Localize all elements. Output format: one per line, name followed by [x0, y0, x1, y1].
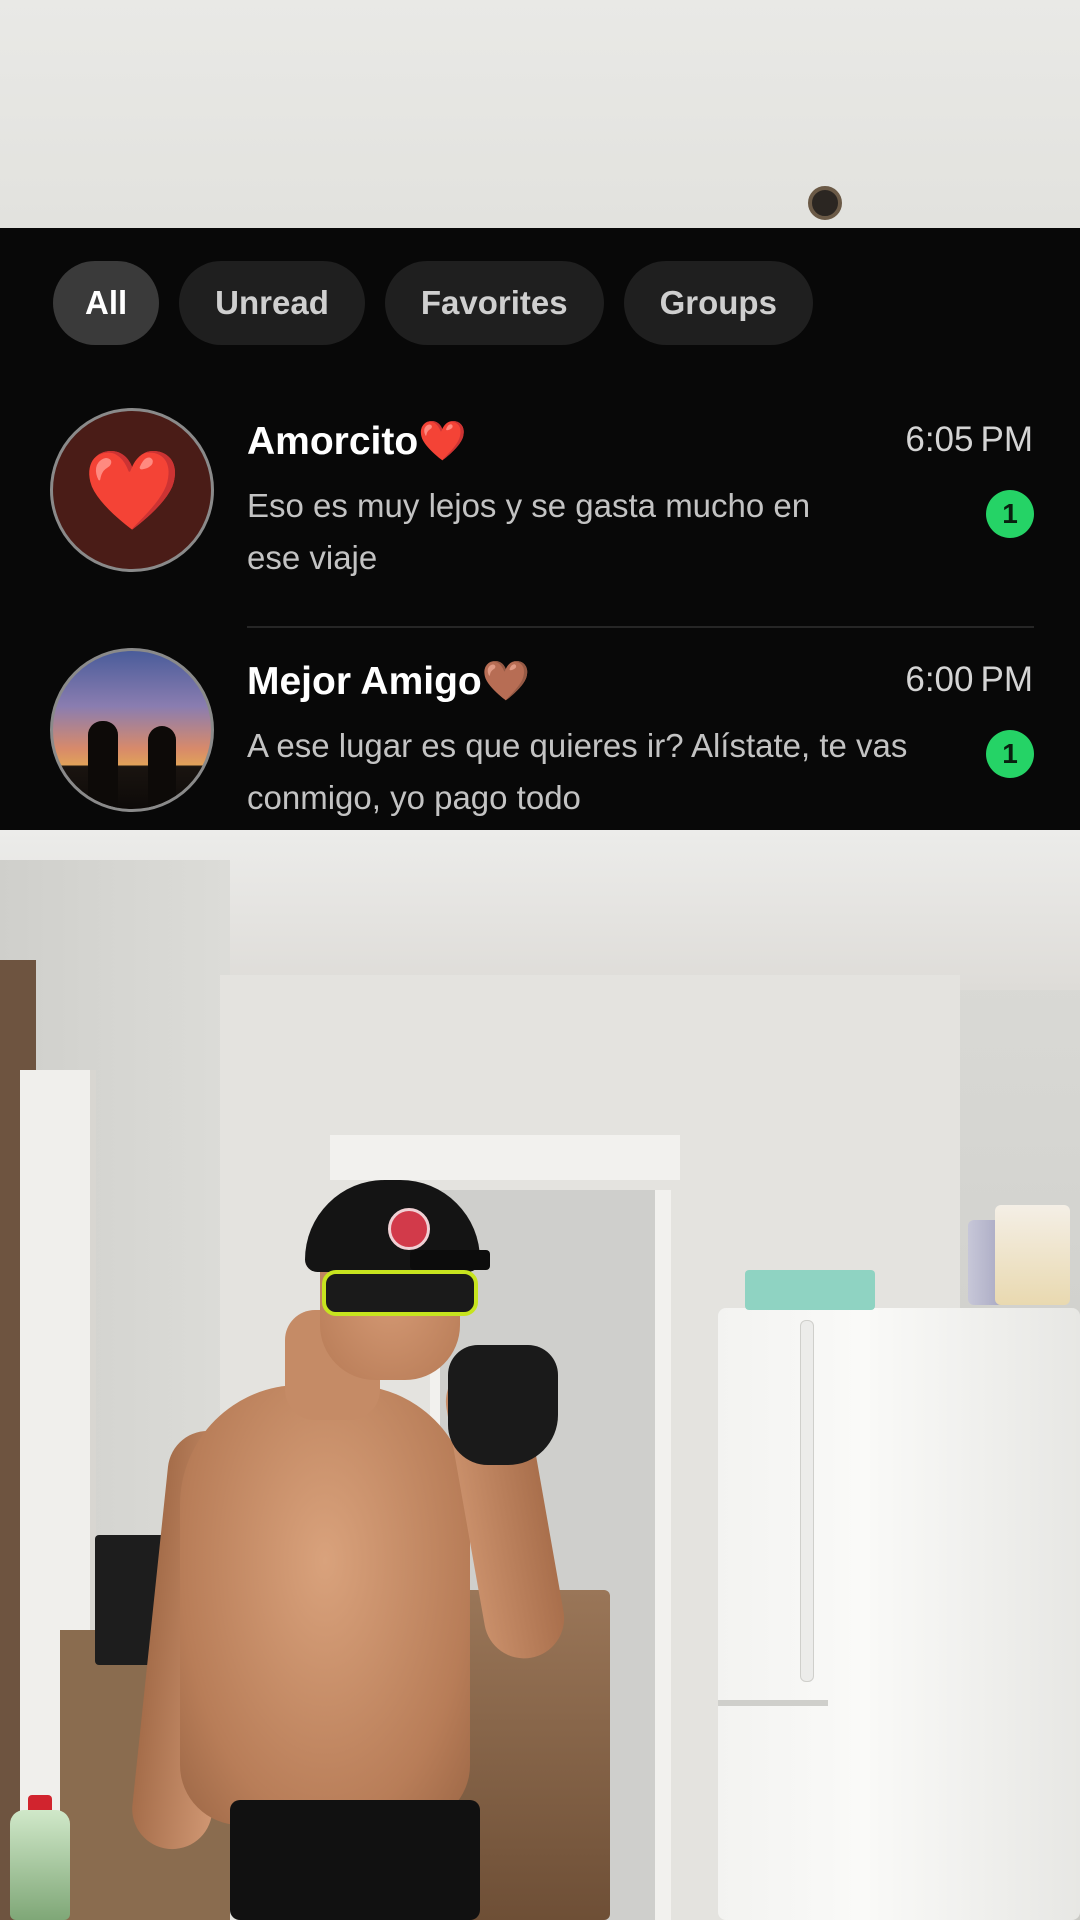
chat-last-message: A ese lugar es que quieres ir? Alístate,… [247, 727, 908, 816]
chat-list-panel: All Unread Favorites Groups ❤️ Amorcito❤… [0, 228, 1080, 830]
divider [247, 626, 1034, 628]
cap-logo-icon [388, 1208, 430, 1250]
avatar[interactable] [50, 648, 214, 812]
heart-icon: ❤️ [83, 446, 181, 534]
background-ceiling [0, 0, 1080, 228]
filter-unread[interactable]: Unread [179, 261, 365, 345]
chat-row-mejor-amigo[interactable]: Mejor Amigo🤎 6:00 PM A ese lugar es que … [0, 648, 1080, 830]
filter-favorites[interactable]: Favorites [384, 261, 604, 345]
ceiling-fixture [808, 186, 842, 220]
chat-last-message: Eso es muy lejos y se gasta mucho en ese… [247, 487, 811, 576]
refrigerator [718, 1308, 1080, 1920]
bottle [10, 1810, 70, 1920]
chat-name: Mejor Amigo🤎 [247, 660, 531, 703]
filter-bar: All Unread Favorites Groups [53, 261, 813, 345]
glove [448, 1345, 558, 1465]
chat-time: 6:00 PM [905, 660, 1033, 699]
filter-all[interactable]: All [53, 261, 160, 345]
chat-row-amorcito[interactable]: ❤️ Amorcito❤️ 6:05 PM Eso es muy lejos y… [0, 408, 1080, 608]
filter-groups[interactable]: Groups [623, 261, 813, 345]
chat-name: Amorcito❤️ [247, 420, 467, 463]
background-room-photo [0, 830, 1080, 1920]
unread-badge: 1 [986, 730, 1034, 778]
sunglasses [322, 1270, 478, 1316]
chat-time: 6:05 PM [905, 420, 1033, 459]
avatar[interactable]: ❤️ [50, 408, 214, 572]
unread-badge: 1 [986, 490, 1034, 538]
person [180, 1385, 470, 1825]
